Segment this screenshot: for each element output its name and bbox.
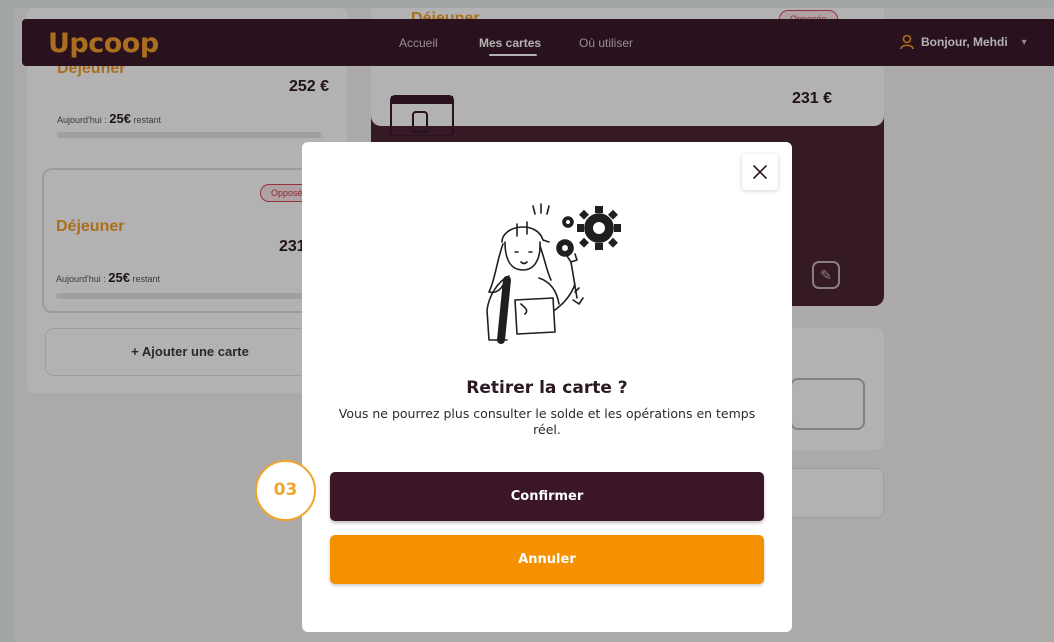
close-button[interactable] (742, 154, 778, 190)
dialog-description: Vous ne pourrez plus consulter le solde … (338, 406, 756, 437)
close-icon (753, 165, 767, 179)
mechanic-illustration-icon (486, 203, 621, 344)
cancel-button[interactable]: Annuler (330, 535, 764, 584)
confirm-remove-dialog: Retirer la carte ? Vous ne pourrez plus … (302, 142, 792, 632)
confirm-button[interactable]: Confirmer (330, 472, 764, 521)
step-marker-badge: 03 (255, 460, 316, 521)
dialog-title: Retirer la carte ? (466, 378, 628, 398)
